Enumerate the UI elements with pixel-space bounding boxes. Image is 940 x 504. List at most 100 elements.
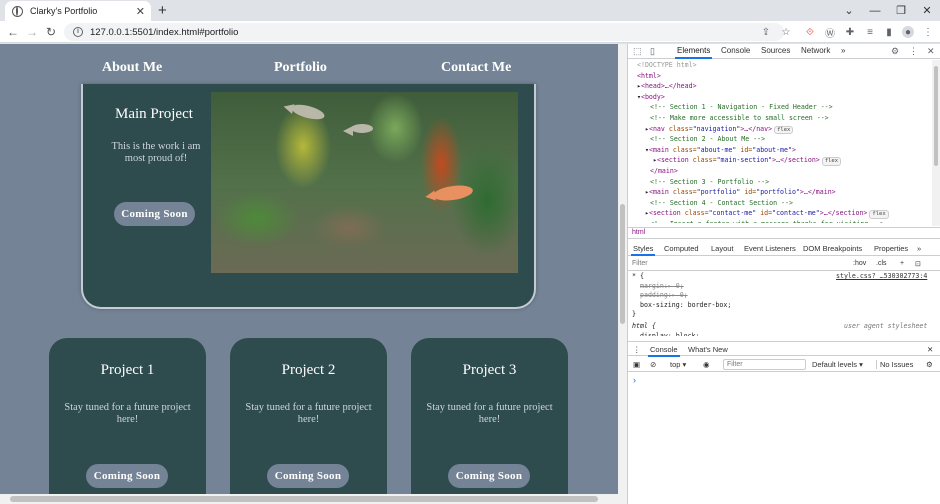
dom-line[interactable]: </main> bbox=[650, 166, 678, 177]
dom-scrollbar[interactable] bbox=[932, 60, 940, 226]
more-tabs-icon[interactable]: » bbox=[841, 46, 845, 55]
tab-sources[interactable]: Sources bbox=[761, 46, 790, 55]
nav-contact-me[interactable]: Contact Me bbox=[441, 60, 511, 76]
main-coming-soon-button[interactable]: Coming Soon bbox=[114, 202, 195, 226]
dom-comment[interactable]: <!-- Section 3 - Portfolio --> bbox=[650, 177, 769, 188]
tab-search-icon[interactable]: ⌄ bbox=[836, 0, 862, 21]
nav-portfolio[interactable]: Portfolio bbox=[274, 60, 327, 76]
styles-subtabs: Styles Computed Layout Event Listeners D… bbox=[628, 241, 940, 256]
dom-line[interactable]: ▸<section class="main-section">…</sectio… bbox=[653, 155, 842, 166]
new-rule-button[interactable]: + bbox=[900, 260, 904, 267]
dom-comment[interactable]: <!-- Insert a footer with a message than… bbox=[650, 219, 884, 223]
context-selector[interactable]: top ▾ bbox=[670, 360, 686, 369]
dom-comment[interactable]: <!-- Section 1 - Navigation - Fixed Head… bbox=[650, 102, 833, 113]
rule-selector[interactable]: * { bbox=[632, 272, 644, 282]
tab-computed[interactable]: Computed bbox=[664, 244, 699, 253]
page-vertical-scrollbar[interactable] bbox=[618, 44, 627, 504]
dom-comment[interactable]: <!-- Section 4 - Contact Section --> bbox=[650, 198, 793, 209]
device-toolbar-icon[interactable]: ▯ bbox=[650, 46, 655, 57]
dom-breadcrumb[interactable]: html bbox=[628, 227, 940, 239]
puzzle-icon[interactable]: ✚ bbox=[844, 26, 856, 38]
side-panel-icon[interactable]: ▮ bbox=[883, 26, 895, 38]
dom-line[interactable]: ▸<main class="portfolio" id="portfolio">… bbox=[645, 187, 836, 198]
dom-comment[interactable]: <!-- Section 2 - About Me --> bbox=[650, 134, 765, 145]
address-bar[interactable]: i 127.0.0.1:5501/index.html#portfolio bbox=[64, 23, 784, 41]
reload-icon[interactable]: ↻ bbox=[43, 24, 59, 40]
css-property[interactable]: padding:▸ 0; bbox=[640, 291, 688, 301]
minimize-button[interactable]: — bbox=[862, 0, 888, 21]
styles-filter-input[interactable]: Filter bbox=[632, 260, 648, 267]
dom-line[interactable]: <!DOCTYPE html> bbox=[637, 60, 697, 71]
console-prompt[interactable]: › bbox=[633, 375, 636, 385]
dom-comment[interactable]: <!-- Make more accessible to small scree… bbox=[650, 113, 829, 124]
css-property[interactable]: box-sizing: border-box; bbox=[640, 301, 731, 311]
close-drawer-icon[interactable]: ✕ bbox=[927, 345, 933, 354]
scroll-thumb[interactable] bbox=[620, 204, 625, 324]
dom-line[interactable]: <html> bbox=[637, 71, 661, 82]
tab-styles[interactable]: Styles bbox=[630, 244, 656, 256]
hov-toggle[interactable]: :hov bbox=[853, 260, 866, 267]
reading-list-icon[interactable]: ≡ bbox=[864, 26, 876, 38]
page-horizontal-scrollbar[interactable] bbox=[0, 494, 618, 504]
css-property[interactable]: margin:▸ 0; bbox=[640, 282, 684, 292]
tab-properties[interactable]: Properties bbox=[874, 244, 908, 253]
dom-line[interactable]: ▸<head>…</head> bbox=[637, 81, 697, 92]
dom-line[interactable]: ▾<main class="about-me" id="about-me"> bbox=[645, 145, 796, 156]
project-coming-soon-button[interactable]: Coming Soon bbox=[267, 464, 349, 488]
rule-selector[interactable]: html { bbox=[632, 322, 656, 332]
close-window-button[interactable]: ✕ bbox=[914, 0, 940, 21]
log-levels-dropdown[interactable]: Default levels ▾ bbox=[812, 360, 863, 369]
tab-close-icon[interactable]: ✕ bbox=[136, 5, 145, 18]
close-devtools-icon[interactable]: ✕ bbox=[927, 46, 935, 57]
site-info-icon[interactable]: i bbox=[73, 27, 83, 37]
dom-line[interactable]: ▸<nav class="navigation">…</nav> flex bbox=[645, 124, 794, 135]
share-icon[interactable]: ⇪ bbox=[760, 26, 772, 38]
profile-avatar-icon[interactable]: ● bbox=[902, 26, 914, 38]
flex-badge[interactable]: flex bbox=[821, 157, 842, 166]
tab-console[interactable]: Console bbox=[721, 46, 750, 55]
scroll-thumb[interactable] bbox=[10, 496, 598, 502]
forward-arrow-icon[interactable]: → bbox=[24, 24, 40, 40]
clear-console-icon[interactable]: ⊘ bbox=[650, 360, 656, 369]
cls-toggle[interactable]: .cls bbox=[876, 260, 887, 267]
sidebar-toggle-icon[interactable]: ▣ bbox=[633, 360, 640, 369]
computed-sidebar-icon[interactable]: ⊡ bbox=[915, 260, 921, 268]
issues-counter[interactable]: No Issues bbox=[876, 360, 913, 369]
new-tab-button[interactable]: + bbox=[158, 2, 167, 19]
tab-elements[interactable]: Elements bbox=[674, 46, 713, 59]
flex-badge[interactable]: flex bbox=[869, 210, 889, 219]
project-title: Project 2 bbox=[281, 362, 336, 378]
drawer-menu-icon[interactable]: ⋮ bbox=[633, 345, 641, 354]
more-subtabs-icon[interactable]: » bbox=[917, 244, 921, 253]
settings-gear-icon[interactable]: ⚙ bbox=[891, 46, 899, 57]
dom-line[interactable]: ▾<body> bbox=[637, 92, 665, 103]
more-menu-icon[interactable]: ⋮ bbox=[922, 26, 934, 38]
back-arrow-icon[interactable]: ← bbox=[5, 24, 21, 40]
tab-network[interactable]: Network bbox=[801, 46, 830, 55]
project-coming-soon-button[interactable]: Coming Soon bbox=[86, 464, 168, 488]
inspect-element-icon[interactable]: ⬚ bbox=[633, 46, 642, 57]
url-text[interactable]: 127.0.0.1:5501/index.html#portfolio bbox=[90, 27, 238, 38]
devtools-menu-icon[interactable]: ⋮ bbox=[909, 46, 918, 57]
tab-dom-breakpoints[interactable]: DOM Breakpoints bbox=[803, 244, 862, 253]
live-expression-eye-icon[interactable]: ◉ bbox=[703, 360, 710, 369]
scroll-thumb[interactable] bbox=[934, 66, 938, 166]
extension-w-icon[interactable]: Ⓦ bbox=[824, 26, 836, 40]
aquarium-photo bbox=[211, 92, 518, 273]
tab-event-listeners[interactable]: Event Listeners bbox=[744, 244, 796, 253]
tab-layout[interactable]: Layout bbox=[711, 244, 734, 253]
console-settings-gear-icon[interactable]: ⚙ bbox=[926, 360, 933, 369]
drawer-tab-console[interactable]: Console bbox=[648, 345, 680, 357]
dom-line[interactable]: ▸<section class="contact-me" id="contact… bbox=[645, 208, 889, 219]
browser-tab[interactable]: Clarky's Portfolio ✕ bbox=[5, 1, 151, 21]
flex-badge[interactable]: flex bbox=[774, 125, 794, 135]
nav-about-me[interactable]: About Me bbox=[102, 60, 162, 76]
drawer-tab-whats-new[interactable]: What's New bbox=[688, 345, 728, 354]
project-coming-soon-button[interactable]: Coming Soon bbox=[448, 464, 530, 488]
stylesheet-link[interactable]: style.css?_…530302773:4 bbox=[836, 272, 927, 282]
console-filter-input[interactable]: Filter bbox=[723, 359, 806, 370]
restore-button[interactable]: ❐ bbox=[888, 0, 914, 21]
bookmark-star-icon[interactable]: ☆ bbox=[780, 26, 792, 38]
css-property[interactable]: display: block; bbox=[640, 332, 700, 336]
extension-arrow-icon[interactable]: ⟐ bbox=[804, 26, 816, 38]
